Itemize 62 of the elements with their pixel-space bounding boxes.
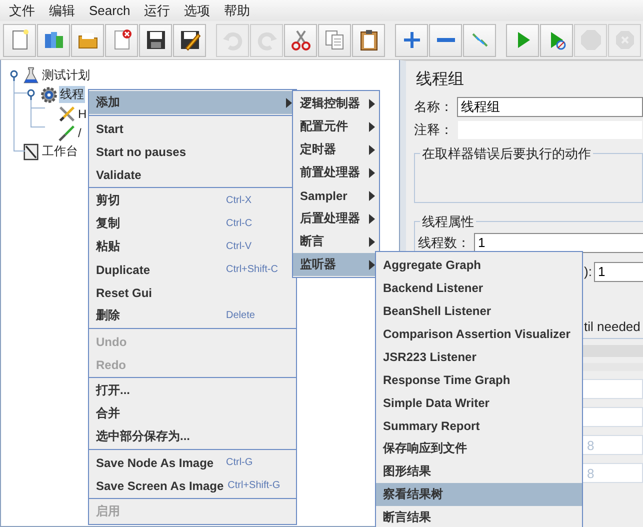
menu-item[interactable]: 选中部分保存为... [89,425,296,448]
tree-node[interactable]: 线程 [59,86,85,103]
shortcut-label: Ctrl-V [226,241,253,252]
menu-item[interactable]: Validate [89,163,296,186]
menu-item[interactable]: 后置处理器 [293,207,379,230]
menu-item[interactable]: Duplicate Ctrl+Shift-C [89,258,296,281]
shortcut-label: Ctrl+Shift-G [228,480,282,491]
shortcut-label: Ctrl-X [226,195,253,206]
tree-node[interactable]: / [77,126,82,140]
menu-item[interactable]: Response Time Graph [376,368,582,391]
menu-item[interactable]: Comparison Assertion Visualizer [376,322,582,345]
menu-item[interactable]: 定时器 [293,138,379,161]
menu-title[interactable]: 文件 [2,2,42,20]
menu-item[interactable]: Backend Listener [376,276,582,299]
menu-item[interactable]: 前置处理器 [293,161,379,184]
group-title: 线程属性 [420,213,476,231]
shortcut-label: Delete [226,310,256,321]
menu-item[interactable]: 复制 Ctrl-C [89,212,296,235]
menu-item[interactable]: 删除 Delete [89,304,296,327]
menu-item[interactable]: 保存响应到文件 [376,437,582,460]
tree-node[interactable]: H [77,106,88,120]
menu-item[interactable]: BeanShell Listener [376,299,582,322]
tree-node[interactable]: 测试计划 [41,67,91,84]
ramp-up-field[interactable]: 1 [594,262,643,282]
name-field[interactable]: 线程组 [457,96,643,116]
menu-title[interactable]: 编辑 [42,2,82,20]
threads-field[interactable]: 1 [474,232,643,252]
menu-item[interactable]: 合并 [89,402,296,425]
shortcut-label: Ctrl-C [226,218,254,229]
menu-item[interactable]: Start no pauses [89,140,296,163]
menu-title[interactable]: 运行 [137,2,178,20]
menu-item[interactable]: Start [89,117,296,140]
option-label: til needed [584,319,640,334]
menu-item[interactable]: 察看结果树 [376,483,582,506]
menu-item[interactable]: Simple Data Writer [376,391,582,414]
menu-item[interactable]: Aggregate Graph [376,253,582,276]
tree-node[interactable]: 工作台 [41,143,79,160]
panel-title: 线程组 [415,70,465,90]
menu-item[interactable]: 打开... [89,379,296,402]
shortcut-label: Ctrl+Shift-C [226,264,279,275]
field-label: 名称： [414,98,453,116]
menu-item[interactable]: JSR223 Listener [376,345,582,368]
menu-item[interactable]: Sampler [293,184,379,207]
field-label: 线程数： [418,234,470,252]
menu-item[interactable]: 逻辑控制器 [293,92,379,115]
menu-item[interactable]: Reset Gui [89,281,296,304]
menu-item[interactable]: Summary Report [376,414,582,437]
shortcut-label: Ctrl-G [226,457,254,468]
menu-item[interactable]: Save Screen As Image Ctrl+Shift-G [89,474,296,497]
menu-item[interactable]: 粘贴 Ctrl-V [89,235,296,258]
menu-title[interactable]: 帮助 [217,2,258,20]
menu-title[interactable]: 选项 [177,2,218,20]
group-title: 在取样器错误后要执行的动作 [420,145,593,163]
menu-item[interactable]: 剪切 Ctrl-X [89,189,296,212]
menu-item[interactable]: 图形结果 [376,460,582,483]
menu-item[interactable]: 断言 [293,230,379,253]
menu-item[interactable]: 配置元件 [293,115,379,138]
menu-item[interactable]: Save Node As Image Ctrl-G [89,451,296,474]
field-label: 注释： [414,120,453,138]
menu-title[interactable]: Search [82,3,138,18]
field-label: ): [584,264,592,279]
menu-item[interactable]: 断言结果 [376,506,582,527]
